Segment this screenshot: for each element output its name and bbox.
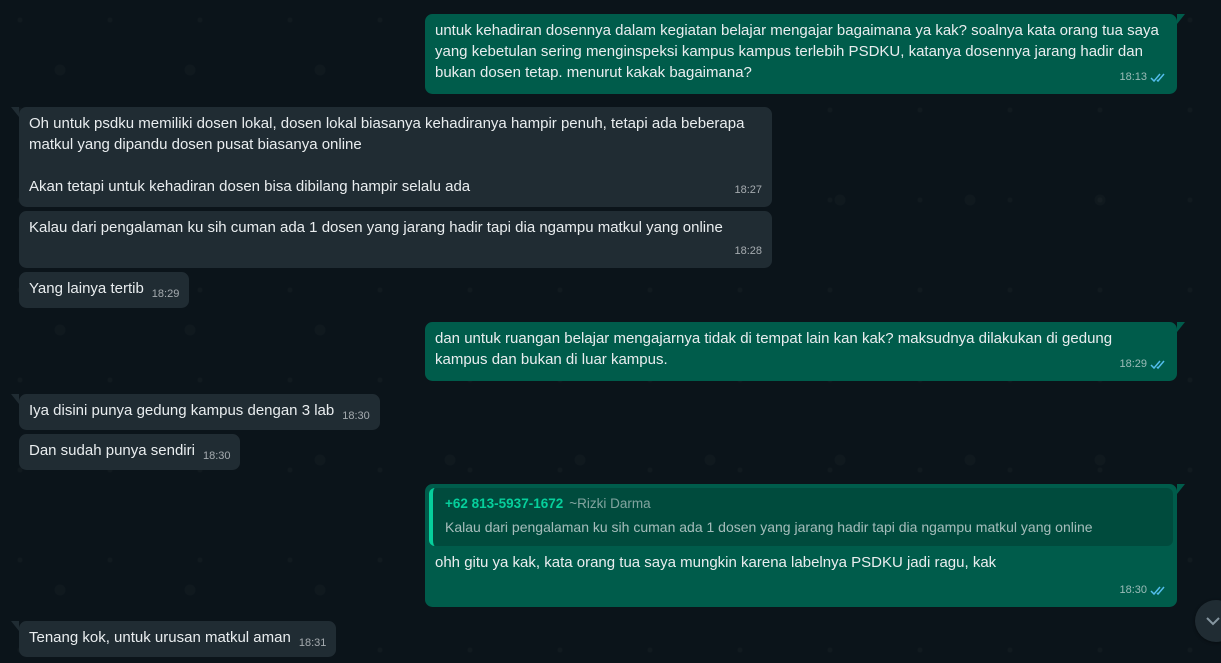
message-time: 18:30: [202, 450, 231, 462]
quoted-sender-name: ~Rizki Darma: [569, 496, 651, 511]
message-time: 18:29: [151, 288, 180, 300]
double-check-icon: [1150, 360, 1165, 370]
quoted-message[interactable]: +62 813-5937-1672 ~Rizki Darma Kalau dari…: [429, 488, 1173, 546]
message-time: 18:30: [342, 410, 370, 422]
message-text: Tenang kok, untuk urusan matkul aman: [29, 629, 291, 646]
message-text: untuk kehadiran dosennya dalam kegiatan …: [435, 22, 1163, 81]
message-text: Kalau dari pengalaman ku sih cuman ada 1…: [29, 219, 723, 236]
message-text: Yang lainya tertib: [29, 280, 144, 297]
quoted-text: Kalau dari pengalaman ku sih cuman ada 1…: [445, 519, 1093, 535]
message-text: Oh untuk psdku memiliki dosen lokal, dos…: [29, 115, 745, 195]
message-incoming[interactable]: Iya disini punya gedung kampus dengan 3 …: [11, 394, 380, 430]
message-incoming[interactable]: Tenang kok, untuk urusan matkul aman 18:3…: [10, 621, 337, 657]
message-time: 18:30: [1119, 584, 1147, 596]
message-text: dan untuk ruangan belajar mengajarnya ti…: [435, 330, 1117, 368]
message-time: 18:29: [1119, 358, 1147, 370]
message-time: 18:28: [734, 245, 762, 257]
scroll-down-button[interactable]: [1195, 600, 1221, 642]
quoted-message-header: +62 813-5937-1672 ~Rizki Darma: [445, 495, 1163, 513]
chat-panel: untuk kehadiran dosennya dalam kegiatan …: [0, 0, 1221, 663]
message-outgoing[interactable]: dan untuk ruangan belajar mengajarnya ti…: [425, 322, 1185, 381]
message-meta: 18:13: [1119, 67, 1167, 88]
message-text: Dan sudah punya sendiri: [29, 442, 195, 459]
message-meta: 18:27: [734, 180, 762, 201]
quoted-sender-phone: +62 813-5937-1672: [445, 496, 564, 511]
message-incoming[interactable]: Dan sudah punya sendiri 18:30: [19, 434, 241, 470]
message-text: ohh gitu ya kak, kata orang tua saya mun…: [435, 554, 997, 571]
message-text: Iya disini punya gedung kampus dengan 3 …: [29, 402, 335, 419]
message-outgoing-reply[interactable]: +62 813-5937-1672 ~Rizki Darma Kalau dari…: [425, 484, 1185, 607]
message-time: 18:27: [734, 184, 762, 196]
message-time: 18:31: [298, 637, 327, 649]
message-outgoing[interactable]: untuk kehadiran dosennya dalam kegiatan …: [425, 14, 1185, 94]
double-check-icon: [1150, 586, 1165, 596]
message-meta: 18:30: [1119, 580, 1167, 601]
double-check-icon: [1150, 73, 1165, 83]
message-time: 18:13: [1119, 71, 1147, 83]
message-meta: 18:29: [1119, 354, 1167, 375]
message-incoming[interactable]: Oh untuk psdku memiliki dosen lokal, dos…: [11, 107, 772, 207]
message-incoming[interactable]: Kalau dari pengalaman ku sih cuman ada 1…: [19, 211, 772, 268]
message-meta: 18:28: [734, 241, 762, 262]
message-incoming[interactable]: Yang lainya tertib 18:29: [19, 272, 190, 308]
chevron-down-icon: [1206, 617, 1220, 626]
